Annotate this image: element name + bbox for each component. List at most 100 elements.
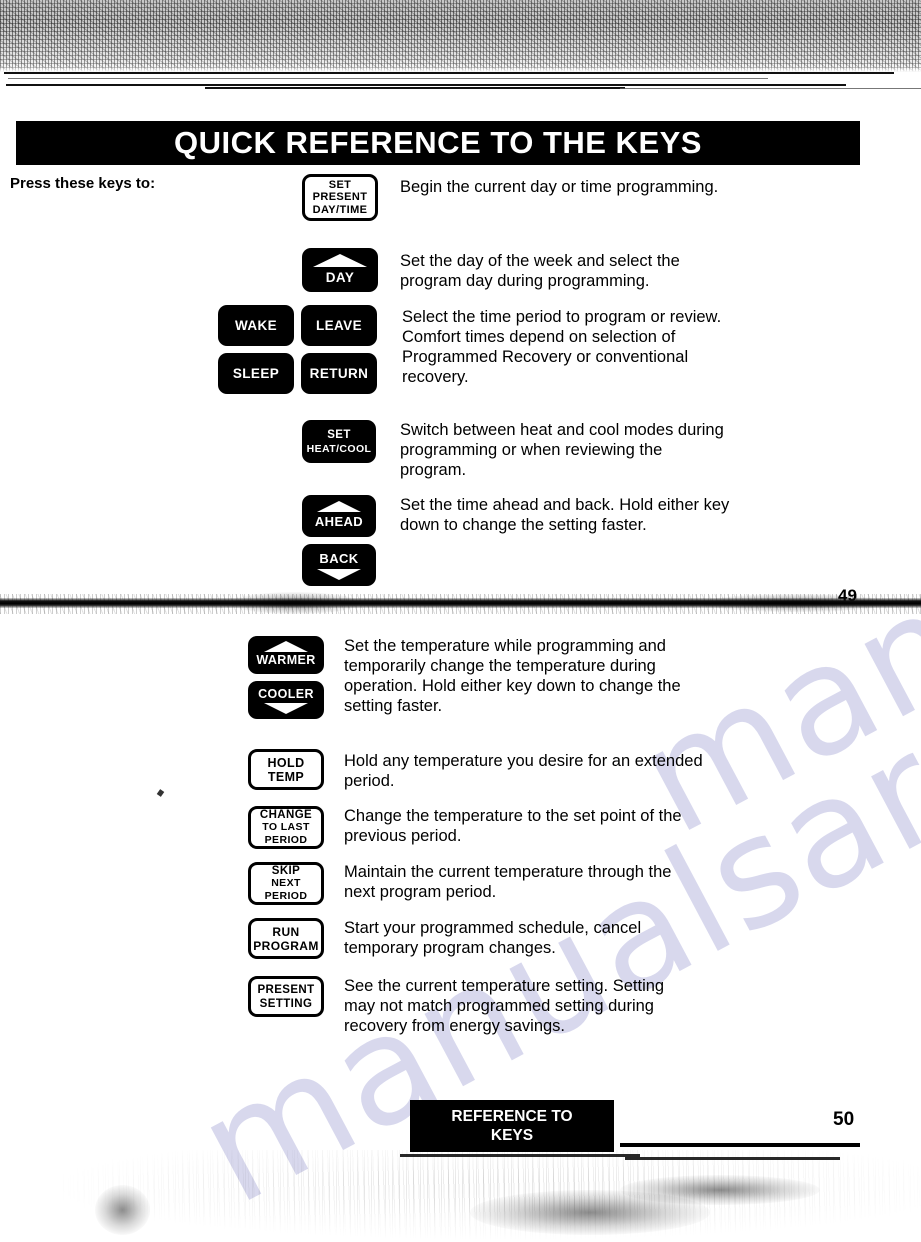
key-skip-next-period[interactable]: SKIP NEXT PERIOD [248, 862, 324, 905]
key-group: HOLD TEMP [248, 749, 344, 790]
key-label-line: LEAVE [315, 318, 362, 333]
key-label-line: DAY/TIME [312, 203, 368, 216]
scanned-manual-page: manualsarchive.com manualsarchive.com QU… [0, 0, 921, 1242]
key-group: WAKE LEAVE SLEEP RETURN [218, 305, 400, 394]
key-description: Start your programmed schedule, cancel t… [344, 919, 642, 957]
scan-stray-mark [156, 789, 165, 797]
key-present-setting[interactable]: PRESENT SETTING [248, 976, 324, 1017]
key-label-line: HEAT/COOL [306, 442, 372, 455]
scan-hairline-2 [620, 88, 921, 89]
key-hold-temp[interactable]: HOLD TEMP [248, 749, 324, 790]
scan-hairline-bottom [625, 1157, 840, 1160]
key-description: Hold any temperature you desire for an e… [344, 752, 703, 790]
key-set-present-day-time[interactable]: SET PRESENT DAY/TIME [302, 174, 378, 221]
key-label-line: AHEAD [314, 514, 364, 529]
key-label-line: PRESENT [312, 191, 368, 204]
key-wake[interactable]: WAKE [218, 305, 294, 346]
key-entry-hold-temp: HOLD TEMP Hold any temperature you desir… [248, 749, 704, 791]
key-description: Switch between heat and cool modes durin… [400, 421, 724, 479]
key-day[interactable]: DAY [302, 248, 378, 292]
scan-smudge [620, 1175, 820, 1205]
key-label-line: SET [328, 178, 352, 191]
key-group: SET PRESENT DAY/TIME [302, 174, 400, 221]
key-description: Maintain the current temperature through… [344, 863, 672, 901]
key-label-line: SKIP [271, 864, 301, 877]
key-back[interactable]: BACK [302, 544, 376, 586]
page-title-bar: QUICK REFERENCE TO THE KEYS [16, 121, 860, 165]
key-label-line: TEMP [267, 769, 305, 784]
key-group: WARMER COOLER [248, 636, 344, 719]
key-label-line: CHANGE [259, 808, 313, 821]
scan-hairline-bottom [400, 1154, 640, 1157]
key-change-to-last-period[interactable]: CHANGE TO LAST PERIOD [248, 806, 324, 849]
key-description: Change the temperature to the set point … [344, 807, 682, 845]
key-entry-run-program: RUN PROGRAM Start your programmed schedu… [248, 918, 704, 959]
press-keys-label: Press these keys to: [10, 175, 156, 192]
footer-label-line2: KEYS [490, 1127, 534, 1144]
key-label-line: TO LAST [262, 821, 310, 834]
page-title: QUICK REFERENCE TO THE KEYS [174, 125, 702, 160]
footer-rule [620, 1143, 860, 1147]
scan-smudge [230, 592, 360, 614]
key-description: Set the day of the week and select the p… [400, 252, 680, 290]
key-label-line: RUN [272, 924, 300, 939]
key-label-line: PRESENT [257, 983, 315, 996]
arrow-up-icon [313, 253, 367, 267]
key-sleep[interactable]: SLEEP [218, 353, 294, 394]
arrow-down-icon [317, 569, 361, 580]
footer-label-line1: REFERENCE TO [451, 1108, 573, 1125]
key-group: PRESENT SETTING [248, 976, 344, 1017]
key-entry-change-to-last-period: CHANGE TO LAST PERIOD Change the tempera… [248, 806, 704, 849]
key-label-line: COOLER [258, 687, 314, 701]
key-label-line: PERIOD [264, 833, 308, 846]
key-label-line: RETURN [309, 366, 369, 381]
arrow-up-icon [264, 641, 308, 652]
key-entry-period-keys: WAKE LEAVE SLEEP RETURN Select the time … [218, 305, 730, 394]
key-group: CHANGE TO LAST PERIOD [248, 806, 344, 849]
key-group: RUN PROGRAM [248, 918, 344, 959]
scan-hairline-1 [8, 78, 768, 79]
key-entry-set-heat-cool: SET HEAT/COOL Switch between heat and co… [302, 420, 730, 480]
key-description: Set the temperature while programming an… [344, 637, 681, 715]
key-label-line: WARMER [256, 653, 316, 667]
key-entry-present-setting: PRESENT SETTING See the current temperat… [248, 976, 694, 1036]
key-leave[interactable]: LEAVE [301, 305, 377, 346]
footer-section-label: REFERENCE TO KEYS [410, 1100, 614, 1152]
key-run-program[interactable]: RUN PROGRAM [248, 918, 324, 959]
key-group: SKIP NEXT PERIOD [248, 862, 344, 905]
key-return[interactable]: RETURN [301, 353, 377, 394]
key-cooler[interactable]: COOLER [248, 681, 324, 719]
key-label-line: SET [327, 428, 351, 441]
key-label-line: BACK [319, 551, 359, 566]
key-warmer[interactable]: WARMER [248, 636, 324, 674]
key-description: Set the time ahead and back. Hold either… [400, 496, 730, 534]
arrow-up-icon [317, 501, 361, 512]
scan-noise-top-fade [0, 0, 921, 72]
key-label-line: PERIOD [264, 889, 308, 902]
key-group: AHEAD BACK [302, 495, 400, 586]
key-label-line: PROGRAM [253, 938, 319, 953]
key-group: SET HEAT/COOL [302, 420, 400, 463]
scan-smudge [700, 594, 890, 612]
key-set-heat-cool[interactable]: SET HEAT/COOL [302, 420, 376, 463]
key-description: Begin the current day or time programmin… [400, 178, 719, 196]
key-ahead[interactable]: AHEAD [302, 495, 376, 537]
key-group: DAY [302, 248, 400, 292]
key-entry-warmer-cooler: WARMER COOLER Set the temperature while … [248, 636, 704, 719]
key-label-line: HOLD [267, 755, 305, 770]
key-label-line: WAKE [234, 318, 278, 333]
key-entry-ahead-back: AHEAD BACK Set the time ahead and back. … [302, 495, 740, 586]
key-label-line: SETTING [259, 997, 313, 1010]
page-number-50: 50 [833, 1109, 855, 1130]
key-entry-skip-next-period: SKIP NEXT PERIOD Maintain the current te… [248, 862, 704, 905]
key-label-line: SLEEP [232, 366, 280, 381]
scan-rule-3 [205, 87, 625, 89]
key-entry-set-present-day-time: SET PRESENT DAY/TIME Begin the current d… [302, 174, 725, 221]
key-label-line: NEXT [271, 877, 301, 890]
scan-smudge [95, 1185, 150, 1235]
key-description: Select the time period to program or rev… [402, 308, 722, 386]
scan-rule-1 [4, 72, 894, 74]
key-label-line: DAY [325, 269, 355, 285]
scan-rule-2 [6, 84, 846, 86]
arrow-down-icon [264, 703, 308, 714]
